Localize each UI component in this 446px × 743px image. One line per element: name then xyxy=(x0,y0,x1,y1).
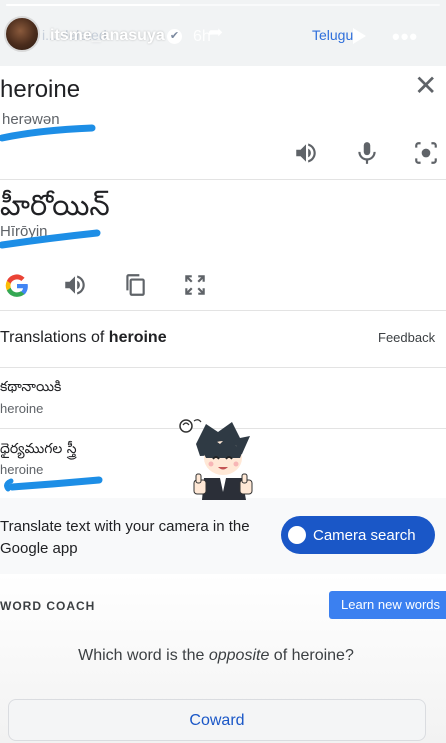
anime-thumbs-up-sticker-icon xyxy=(179,419,253,500)
story-username[interactable]: itsme_anasuya xyxy=(50,27,165,45)
translation-item-sub: heroine xyxy=(0,401,44,416)
speaker-icon[interactable] xyxy=(293,140,319,166)
question-emphasis: opposite xyxy=(208,647,270,664)
avatar[interactable] xyxy=(4,16,40,52)
target-language-label[interactable]: Telugu xyxy=(312,27,353,43)
mic-icon[interactable] xyxy=(354,140,380,166)
speaker-icon[interactable] xyxy=(62,272,88,298)
word-coach-question: Which word is the opposite of heroine? xyxy=(0,647,432,665)
translation-item-main[interactable]: ధైర్యముగల స్త్రీ xyxy=(0,441,77,460)
scribble-curl xyxy=(4,478,14,492)
source-text-card: heroine herəwən ✕ xyxy=(0,66,446,180)
question-after: of heroine? xyxy=(269,647,354,664)
story-progress-bar xyxy=(6,4,440,6)
translation-item-main[interactable]: కథానాయికి xyxy=(0,379,61,398)
verified-badge-icon: ✔ xyxy=(167,29,182,44)
copy-icon[interactable] xyxy=(122,272,148,298)
question-before: Which word is the xyxy=(78,647,209,664)
source-phonetic: herəwən xyxy=(2,111,60,128)
close-icon[interactable]: ✕ xyxy=(414,72,437,100)
word-coach-label: WORD COACH xyxy=(0,599,96,613)
play-icon[interactable] xyxy=(353,28,366,44)
target-text-card: హీరోయిన్ Hīrōyin xyxy=(0,180,446,310)
fullscreen-icon[interactable] xyxy=(182,272,208,298)
translation-item-sub: heroine xyxy=(0,462,44,477)
target-transliteration: Hīrōyin xyxy=(0,223,48,240)
divider xyxy=(0,310,446,311)
camera-search-button[interactable]: Camera search xyxy=(281,516,435,554)
source-word[interactable]: heroine xyxy=(0,76,80,104)
camera-lens-icon[interactable] xyxy=(413,140,439,166)
camera-promo-text: Translate text with your camera in the G… xyxy=(0,518,250,557)
story-progress-fill xyxy=(6,4,180,6)
divider xyxy=(0,367,446,368)
camera-search-label: Camera search xyxy=(313,526,416,544)
share-arrow-icon[interactable]: ➦ xyxy=(208,22,223,43)
google-lens-icon xyxy=(288,526,306,544)
feedback-link[interactable]: Feedback xyxy=(378,330,435,345)
translations-heading-prefix: Translations of xyxy=(0,329,109,346)
story-header: i... deleted itsme_anasuya ✔ 6h ➦ Telugu… xyxy=(0,0,446,66)
translations-heading-word: heroine xyxy=(108,329,167,346)
translations-heading: Translations of heroine xyxy=(0,329,167,347)
google-logo-icon[interactable] xyxy=(4,273,30,299)
more-options-icon[interactable]: ••• xyxy=(392,24,418,50)
answer-option-button[interactable]: Coward xyxy=(8,699,426,741)
learn-new-words-button[interactable]: Learn new words xyxy=(329,591,446,619)
scribble-underline-translation xyxy=(8,476,103,491)
